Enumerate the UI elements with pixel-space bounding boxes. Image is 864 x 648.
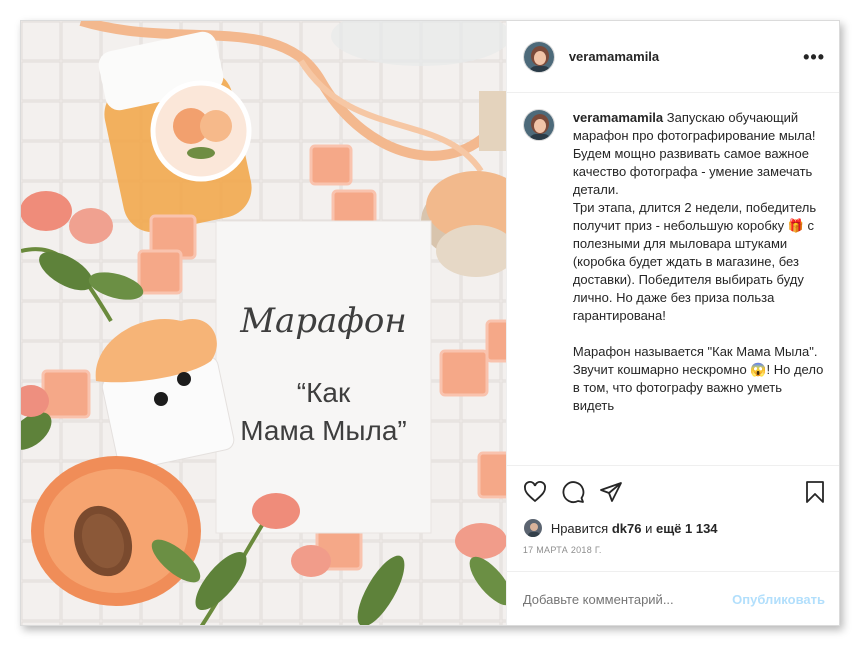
share-paper-plane-icon[interactable] [599,480,623,504]
post-photo[interactable]: Марафон “Как Мама Мыла” [21,21,506,625]
liker-avatar[interactable] [522,518,543,538]
card-subtitle-line1: “Как [296,377,351,408]
post-caption: veramamamila Запускаю обучающий марафон … [573,109,825,465]
card-subtitle-line2: Мама Мыла” [240,415,407,446]
caption-avatar[interactable] [522,109,555,141]
card-title: Марафон [240,301,407,341]
like-heart-icon[interactable] [523,480,547,504]
likes-summary: Нравится dk76 и ещё 1 134 [507,517,839,539]
publish-button[interactable]: Опубликовать [732,592,825,607]
more-options-icon[interactable]: ••• [803,48,825,66]
bookmark-icon[interactable] [803,480,827,504]
post-sidebar: veramamamila ••• veramamamila Запускаю о… [505,21,839,625]
post-dialog: Марафон “Как Мама Мыла” veramamamila ••• [20,20,840,626]
avatar[interactable] [522,40,555,73]
add-comment-bar: Опубликовать [506,571,839,625]
comment-bubble-icon[interactable] [561,480,585,504]
post-date[interactable]: 17 МАРТА 2018 Г. [507,539,839,571]
comment-input[interactable] [522,592,733,607]
likes-prefix: Нравится [550,520,609,536]
likes-user-link[interactable]: dk76 [612,521,642,536]
likes-count-link[interactable]: ещё 1 134 [656,521,718,536]
caption-username[interactable]: veramamamila [573,110,663,125]
action-bar [506,465,839,517]
comments-area: veramamamila Запускаю обучающий марафон … [507,93,839,465]
caption-text: Запускаю обучающий марафон про фотографи… [572,110,824,413]
header-username[interactable]: veramamamila [569,49,803,64]
likes-mid: и [645,520,653,536]
post-header: veramamamila ••• [506,21,839,93]
